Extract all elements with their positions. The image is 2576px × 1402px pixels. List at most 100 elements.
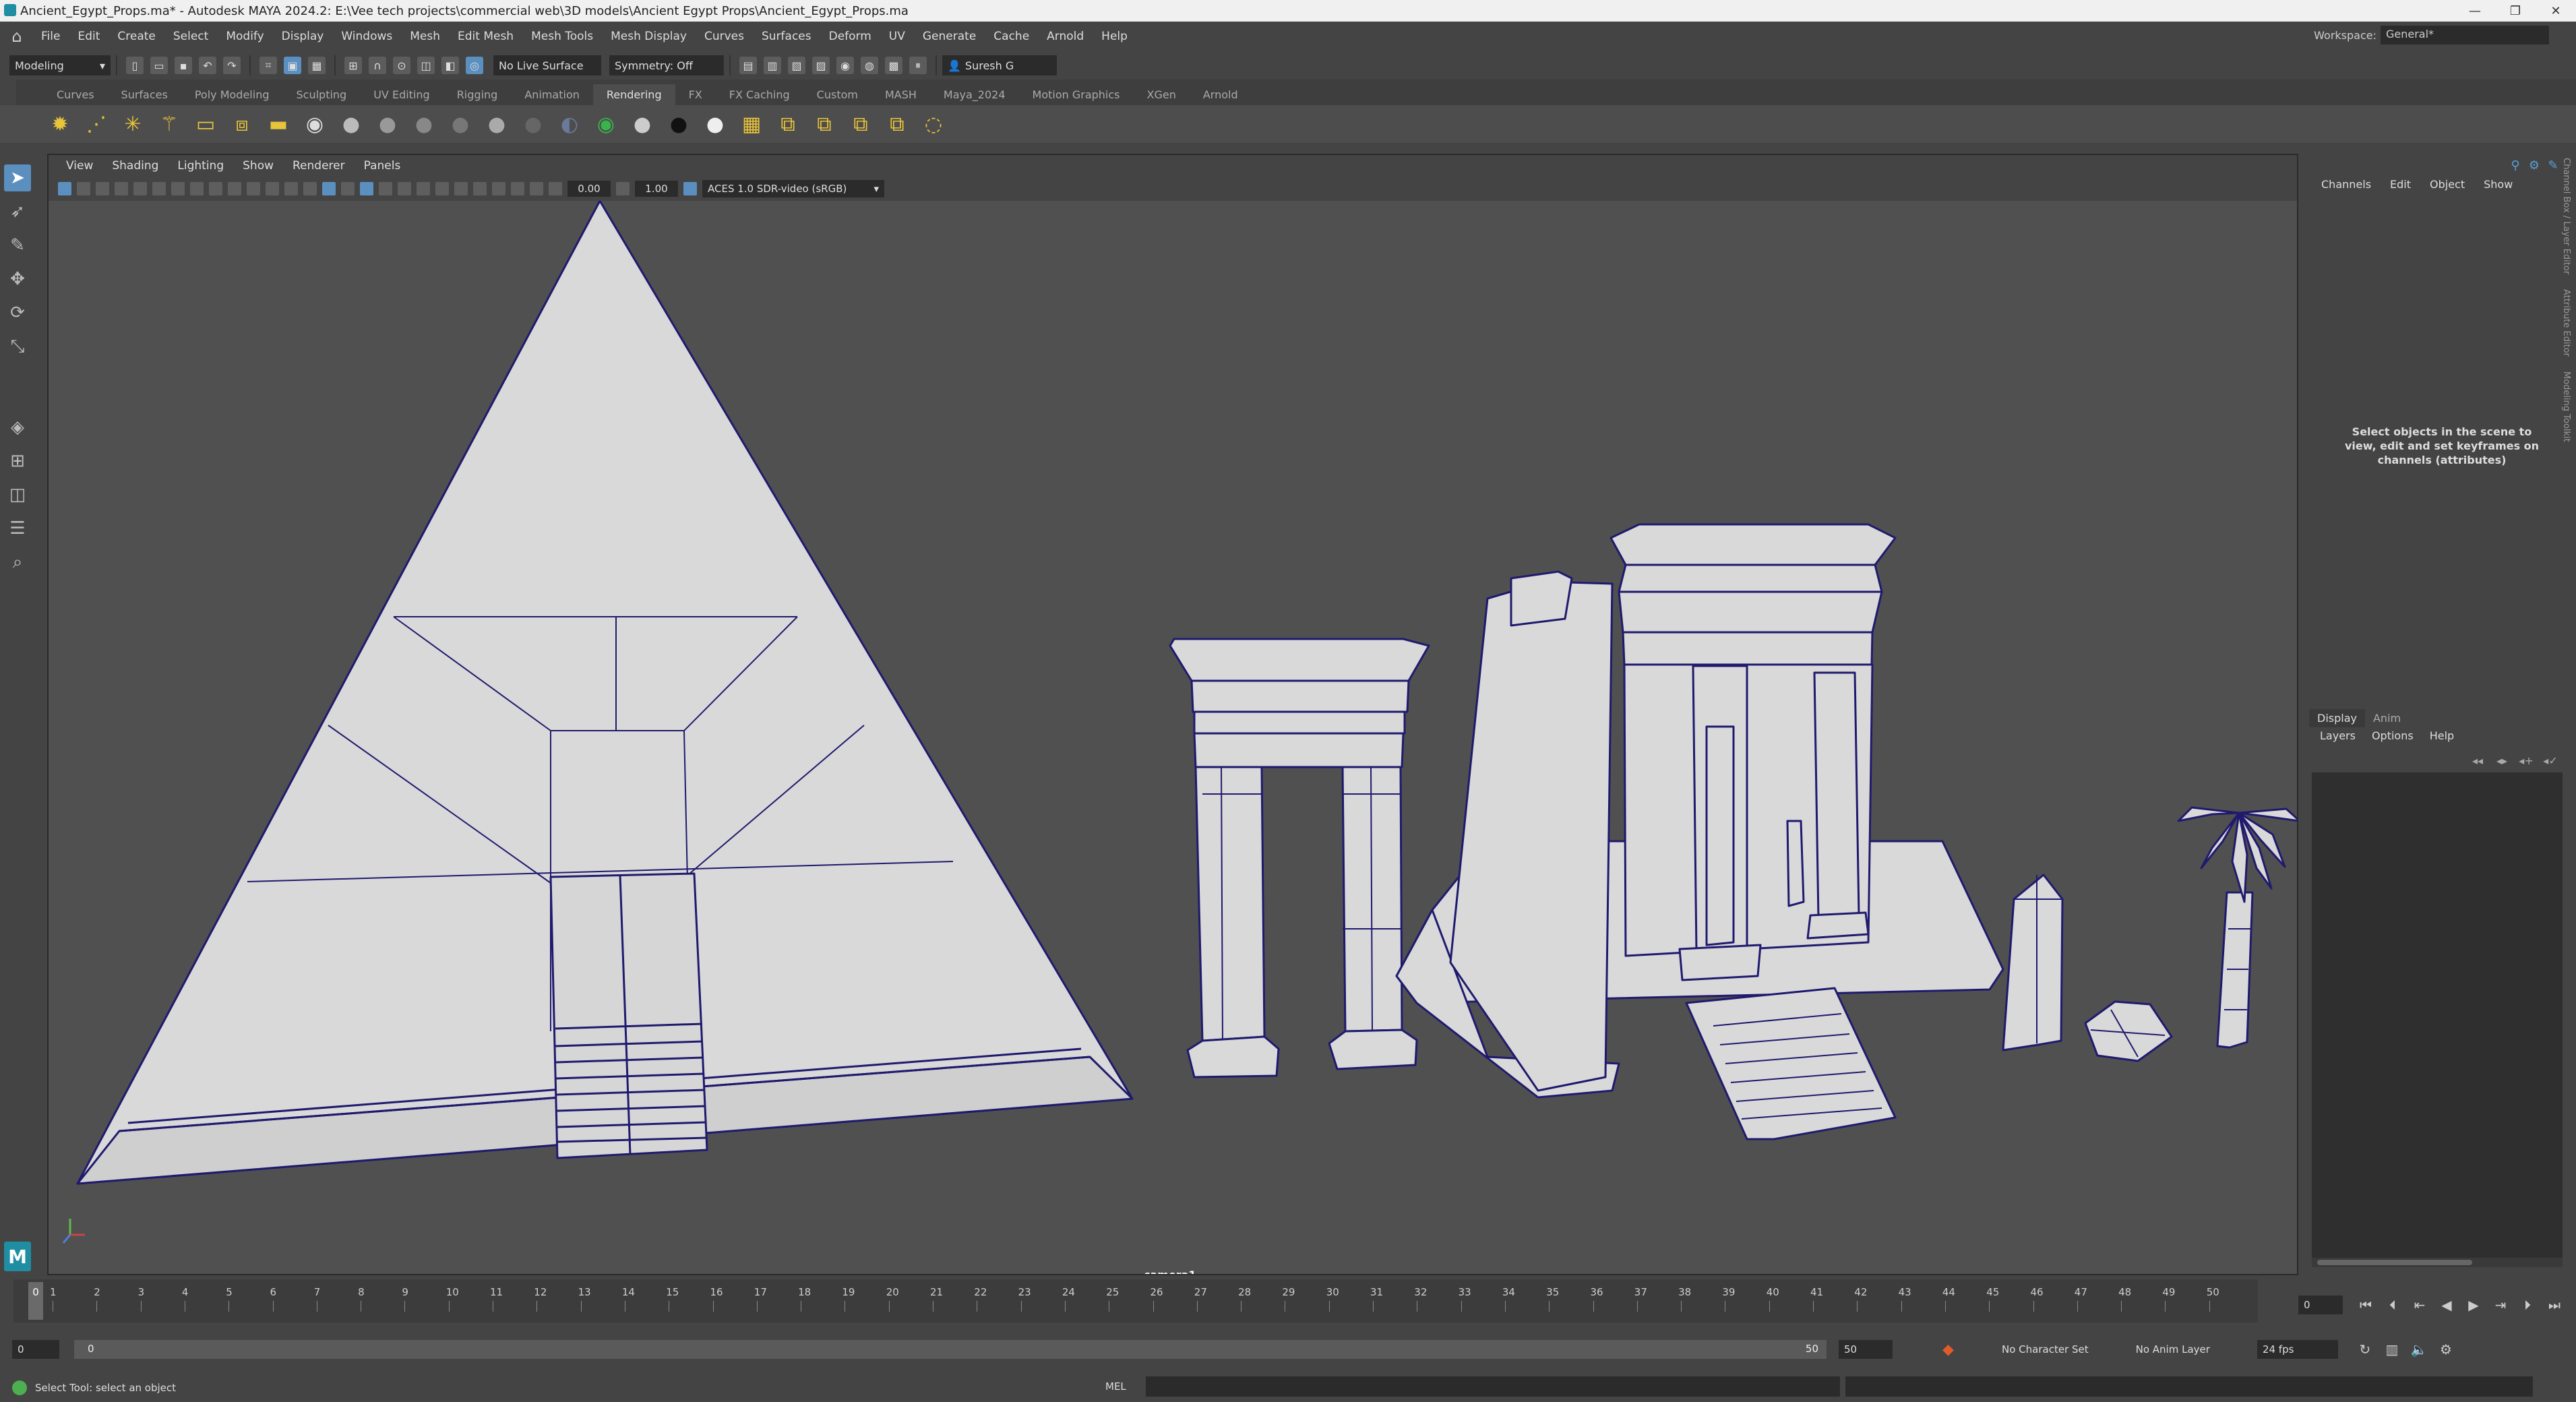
menu-edit[interactable]: Edit xyxy=(69,30,109,43)
panel-menu-view[interactable]: View xyxy=(57,159,102,173)
rotate-tool-icon[interactable]: ⟳ xyxy=(4,299,31,326)
grease-pencil-icon[interactable] xyxy=(152,182,166,195)
menu-windows[interactable]: Windows xyxy=(332,30,401,43)
paint-select-icon[interactable]: ✎ xyxy=(4,232,31,259)
gamma-field[interactable]: 1.00 xyxy=(635,181,678,197)
sun-light-icon[interactable]: ✹ xyxy=(47,111,73,138)
panel-menu-renderer[interactable]: Renderer xyxy=(283,159,355,173)
menu-display[interactable]: Display xyxy=(273,30,333,43)
open-scene-icon[interactable]: ▭ xyxy=(150,57,168,74)
menu-cache[interactable]: Cache xyxy=(985,30,1038,43)
menu-uv[interactable]: UV xyxy=(880,30,914,43)
snap-live-icon[interactable]: ◎ xyxy=(466,57,483,74)
shelf-tab-rigging[interactable]: Rigging xyxy=(443,84,512,105)
two-view-icon[interactable]: ◫ xyxy=(4,481,31,508)
anim-layer-dropdown[interactable]: No Anim Layer xyxy=(2136,1343,2210,1355)
menu-select[interactable]: Select xyxy=(164,30,217,43)
command-input[interactable] xyxy=(1146,1376,1840,1397)
options-menu[interactable]: Options xyxy=(2364,729,2422,742)
four-view-icon[interactable]: ⊞ xyxy=(4,448,31,475)
show-menu[interactable]: Show xyxy=(2474,178,2522,191)
select-camera-icon[interactable] xyxy=(58,182,71,195)
snap-surface-icon[interactable]: ◧ xyxy=(441,57,459,74)
select-component-icon[interactable]: ▦ xyxy=(308,57,326,74)
wireframe-icon[interactable] xyxy=(303,182,317,195)
start-time-field[interactable]: 0 xyxy=(12,1340,59,1359)
outliner-layout-icon[interactable]: ☰ xyxy=(4,515,31,542)
material-sphere-icon[interactable]: ● xyxy=(629,111,656,138)
shelf-tab-custom[interactable]: Custom xyxy=(803,84,871,105)
user-account-dropdown[interactable]: 👤 Suresh G xyxy=(942,55,1057,75)
shelf-tab-maya-2024[interactable]: Maya_2024 xyxy=(930,84,1019,105)
viewport-canvas[interactable]: camera1 xyxy=(49,201,2297,1274)
select-object-icon[interactable]: ▣ xyxy=(284,57,301,74)
menu-deform[interactable]: Deform xyxy=(820,30,880,43)
play-forward-icon[interactable]: ▶ xyxy=(2460,1296,2487,1314)
cache-playback-icon[interactable]: ▥ xyxy=(2379,1340,2405,1359)
move-layer-down-icon[interactable]: ◂▸ xyxy=(2490,752,2514,768)
exposure-field[interactable]: 0.00 xyxy=(568,181,611,197)
shelf-tab-mash[interactable]: MASH xyxy=(871,84,930,105)
current-frame-field[interactable]: 0 xyxy=(2298,1296,2343,1314)
render-history-icon[interactable]: ▤ xyxy=(739,57,757,74)
color-management-icon[interactable] xyxy=(683,182,697,195)
redo-icon[interactable]: ↷ xyxy=(223,57,241,74)
shelf-tab-curves[interactable]: Curves xyxy=(43,84,108,105)
menu-surfaces[interactable]: Surfaces xyxy=(753,30,820,43)
side-tab-channel-box[interactable]: Channel Box / Layer Editor xyxy=(2561,158,2571,274)
safe-title-icon[interactable] xyxy=(284,182,298,195)
object-menu[interactable]: Object xyxy=(2420,178,2474,191)
single-view-icon[interactable]: ◈ xyxy=(4,414,31,441)
camera-icon[interactable]: ◉ xyxy=(301,111,328,138)
channel-box-icon[interactable]: ✎ xyxy=(2544,156,2563,174)
panel-menu-show[interactable]: Show xyxy=(233,159,283,173)
point-light-icon[interactable]: ✳ xyxy=(119,111,146,138)
move-tool-icon[interactable]: ✥ xyxy=(4,266,31,293)
panel-menu-lighting[interactable]: Lighting xyxy=(168,159,233,173)
render-icon[interactable]: ⧉ xyxy=(774,111,801,138)
material-sphere-icon[interactable]: ◉ xyxy=(592,111,619,138)
new-empty-layer-icon[interactable]: ◂+ xyxy=(2514,752,2538,768)
panel-menu-shading[interactable]: Shading xyxy=(102,159,168,173)
close-button[interactable]: ✕ xyxy=(2536,0,2576,22)
gate-mask-icon[interactable] xyxy=(228,182,241,195)
render-settings-icon[interactable]: ⧉ xyxy=(847,111,874,138)
auto-key-icon[interactable]: ◆ xyxy=(1942,1341,1954,1358)
select-hierarchy-icon[interactable]: ⌗ xyxy=(259,57,277,74)
use-lights-icon[interactable] xyxy=(398,182,411,195)
snap-grid-icon[interactable]: ⊞ xyxy=(344,57,362,74)
search-icon[interactable]: ⌕ xyxy=(4,549,31,576)
menu-generate[interactable]: Generate xyxy=(914,30,985,43)
menu-modify[interactable]: Modify xyxy=(217,30,272,43)
xray-joints-icon[interactable] xyxy=(530,182,543,195)
sound-icon[interactable]: 🔈 xyxy=(2405,1340,2432,1359)
move-layer-up-icon[interactable]: ◂◂ xyxy=(2465,752,2490,768)
safe-action-icon[interactable] xyxy=(266,182,279,195)
script-language-toggle[interactable]: MEL xyxy=(1105,1380,1126,1393)
menu-mesh-tools[interactable]: Mesh Tools xyxy=(522,30,602,43)
grid-icon[interactable] xyxy=(171,182,185,195)
scale-tool-icon[interactable]: ⤡ xyxy=(4,333,31,360)
new-layer-selected-icon[interactable]: ◂✓ xyxy=(2538,752,2563,768)
ambient-occlusion-icon[interactable] xyxy=(435,182,449,195)
fps-dropdown[interactable]: 24 fps xyxy=(2257,1340,2338,1359)
new-scene-icon[interactable]: ▯ xyxy=(126,57,144,74)
hypershade-icon[interactable]: ◉ xyxy=(836,57,854,74)
spot-light-icon[interactable]: ⚚ xyxy=(156,111,183,138)
render-view-icon[interactable]: ▩ xyxy=(885,57,902,74)
step-forward-key-icon[interactable]: ⇥ xyxy=(2487,1296,2514,1314)
material-sphere-icon[interactable]: ● xyxy=(520,111,547,138)
undo-icon[interactable]: ↶ xyxy=(199,57,216,74)
scrollbar-thumb[interactable] xyxy=(2317,1260,2472,1265)
anim-preferences-icon[interactable]: ⚙ xyxy=(2432,1340,2459,1359)
directional-light-icon[interactable]: ⋰ xyxy=(83,111,110,138)
ambient-light-icon[interactable]: ▬ xyxy=(265,111,292,138)
bookmark-icon[interactable] xyxy=(96,182,109,195)
image-plane-icon[interactable] xyxy=(115,182,128,195)
step-forward-frame-icon[interactable]: ⏵ xyxy=(2514,1296,2541,1314)
step-back-key-icon[interactable]: ⇤ xyxy=(2406,1296,2433,1314)
menu-curves[interactable]: Curves xyxy=(696,30,753,43)
shelf-tab-poly-modeling[interactable]: Poly Modeling xyxy=(181,84,283,105)
channels-menu[interactable]: Channels xyxy=(2312,178,2381,191)
material-sphere-icon[interactable]: ● xyxy=(447,111,474,138)
